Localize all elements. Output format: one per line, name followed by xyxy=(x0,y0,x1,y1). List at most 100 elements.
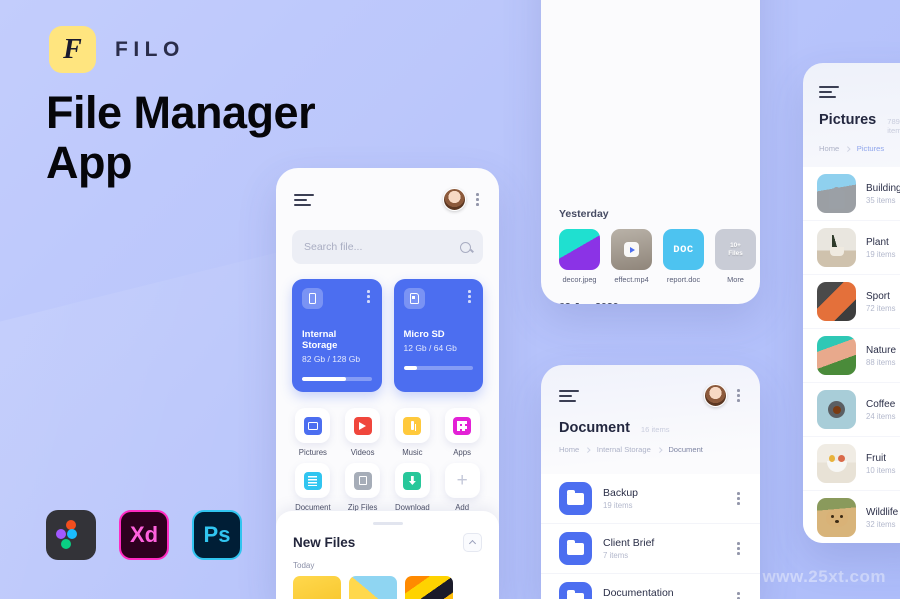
sd-card-icon xyxy=(403,288,425,309)
file-item[interactable]: DOC report.doc xyxy=(663,229,704,284)
category-item-videos[interactable]: Videos xyxy=(340,408,386,457)
chevron-right-icon xyxy=(845,146,851,151)
storage-title: Micro SD xyxy=(403,329,445,340)
new-files-title: New Files xyxy=(293,535,356,550)
file-thumbnail[interactable] xyxy=(405,576,453,599)
chevron-right-icon xyxy=(585,447,591,452)
new-files-thumbs xyxy=(293,576,482,599)
file-name: decor.jpeg xyxy=(562,275,597,284)
folder-name: Backup xyxy=(603,487,639,499)
folder-row[interactable]: Client Brief 7 items xyxy=(541,524,760,574)
kebab-menu-icon[interactable] xyxy=(735,490,742,507)
user-avatar[interactable] xyxy=(704,384,728,407)
breadcrumb-item[interactable]: Home xyxy=(819,144,839,153)
kebab-menu-icon[interactable] xyxy=(735,540,742,557)
hamburger-icon[interactable] xyxy=(819,86,839,98)
album-name: Fruit xyxy=(866,452,886,464)
search-input[interactable]: Search file... xyxy=(292,230,483,264)
category-tile xyxy=(444,408,480,443)
category-item-zip-files[interactable]: Zip Files xyxy=(340,463,386,512)
category-item-add[interactable]: + Add xyxy=(439,463,485,512)
album-name: Coffee xyxy=(866,398,896,410)
category-tile: + xyxy=(444,463,480,498)
hamburger-icon[interactable] xyxy=(294,193,314,206)
folder-row[interactable]: Backup 19 items xyxy=(541,474,760,524)
kebab-menu-icon[interactable] xyxy=(735,387,742,404)
document-header xyxy=(541,365,760,407)
file-item[interactable]: decor.jpeg xyxy=(559,229,600,284)
category-item-document[interactable]: Document xyxy=(290,463,336,512)
breadcrumb-item[interactable]: Pictures xyxy=(857,144,884,153)
kebab-menu-icon[interactable] xyxy=(735,590,742,599)
album-row[interactable]: Coffee 24 items xyxy=(803,383,900,437)
day-label: Yesterday xyxy=(559,208,609,220)
search-icon xyxy=(460,241,471,253)
item-count: 16 items xyxy=(640,425,670,434)
album-name: Sport xyxy=(866,290,890,302)
category-tile xyxy=(394,408,430,443)
hamburger-icon[interactable] xyxy=(559,389,579,402)
category-item-music[interactable]: Music xyxy=(390,408,436,457)
file-thumbnail[interactable] xyxy=(293,576,341,599)
user-avatar[interactable] xyxy=(443,188,467,211)
storage-card-microsd[interactable]: Micro SD 12 Gb / 64 Gb xyxy=(393,279,483,392)
album-row[interactable]: Building 35 items xyxy=(803,167,900,221)
folder-item-count: 19 items xyxy=(603,501,633,510)
item-count: 789 items xyxy=(887,117,900,135)
album-item-count: 24 items xyxy=(866,411,896,421)
album-item-count: 10 items xyxy=(866,465,896,475)
folder-icon xyxy=(559,582,592,599)
plant-glyph xyxy=(829,235,844,256)
album-row[interactable]: Plant 19 items xyxy=(803,221,900,275)
album-name: Nature xyxy=(866,344,897,356)
album-thumb-sport xyxy=(817,282,856,321)
album-row[interactable]: Sport 72 items xyxy=(803,275,900,329)
album-item-count: 35 items xyxy=(866,195,896,205)
photoshop-logo: Ps xyxy=(192,510,242,560)
recent-day-group: 23 Jun 2020PPTtravel.pptlake.mp4working … xyxy=(541,301,760,304)
zip-icon xyxy=(353,471,372,490)
building-glyph xyxy=(828,186,845,209)
kebab-menu-icon[interactable] xyxy=(474,191,481,208)
file-item[interactable]: 10+ Files More xyxy=(715,229,756,284)
leopard-glyph xyxy=(825,508,848,527)
category-label: Pictures xyxy=(298,448,327,457)
home-screen: Search file... Internal Storage 82 Gb / … xyxy=(276,168,499,599)
storage-card-internal[interactable]: Internal Storage 82 Gb / 128 Gb xyxy=(292,279,382,392)
kebab-menu-icon[interactable] xyxy=(466,288,473,305)
drag-handle[interactable] xyxy=(372,522,403,525)
album-item-count: 19 items xyxy=(866,249,896,259)
file-row: decor.jpeg effect.mp4 DOC report.doc 10+ File… xyxy=(559,229,756,284)
play-icon[interactable] xyxy=(624,242,639,257)
more-thumb: 10+ Files xyxy=(715,229,756,270)
storage-card-list: Internal Storage 82 Gb / 128 Gb Micro SD… xyxy=(292,279,483,392)
category-tile xyxy=(394,463,430,498)
breadcrumb-item[interactable]: Document xyxy=(668,445,703,454)
storage-progress xyxy=(403,366,473,370)
category-item-apps[interactable]: Apps xyxy=(439,408,485,457)
more-files-count: 10+ Files xyxy=(728,242,743,257)
album-thumb-building xyxy=(817,174,856,213)
category-item-pictures[interactable]: Pictures xyxy=(290,408,336,457)
breadcrumb-item[interactable]: Internal Storage xyxy=(597,445,651,454)
breadcrumb-item[interactable]: Home xyxy=(559,445,579,454)
file-name: More xyxy=(727,275,744,284)
file-item[interactable]: effect.mp4 xyxy=(611,229,652,284)
video-thumb-effect xyxy=(611,229,652,270)
category-tile xyxy=(295,408,331,443)
kebab-menu-icon[interactable] xyxy=(365,288,372,305)
file-thumbnail[interactable] xyxy=(349,576,397,599)
album-row[interactable]: Fruit 10 items xyxy=(803,437,900,491)
album-row[interactable]: Nature 88 items xyxy=(803,329,900,383)
page-title: Document xyxy=(559,420,630,436)
folder-icon xyxy=(559,532,592,565)
breadcrumb: Home Internal Storage Document xyxy=(541,445,760,454)
video-icon xyxy=(353,416,372,435)
folder-list: Backup 19 items Client Brief 7 items Documen… xyxy=(541,474,760,599)
album-thumb-coffee xyxy=(817,390,856,429)
category-item-download[interactable]: Download xyxy=(390,463,436,512)
chevron-up-icon[interactable] xyxy=(463,533,482,552)
album-row[interactable]: Wildlife 32 items xyxy=(803,491,900,543)
document-screen: Document 16 items Home Internal Storage … xyxy=(541,365,760,599)
folder-row[interactable]: Documentation24 items xyxy=(541,574,760,599)
